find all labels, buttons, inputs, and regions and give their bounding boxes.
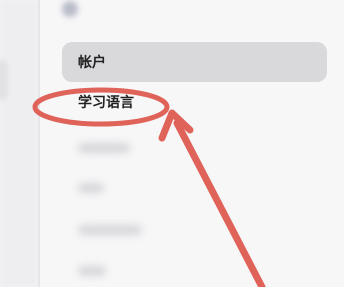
arrow-shaft: [173, 119, 266, 287]
highlight-ellipse: [32, 87, 170, 127]
settings-window: 帐户 学习语言: [0, 0, 344, 287]
annotation-overlay: [32, 87, 266, 287]
